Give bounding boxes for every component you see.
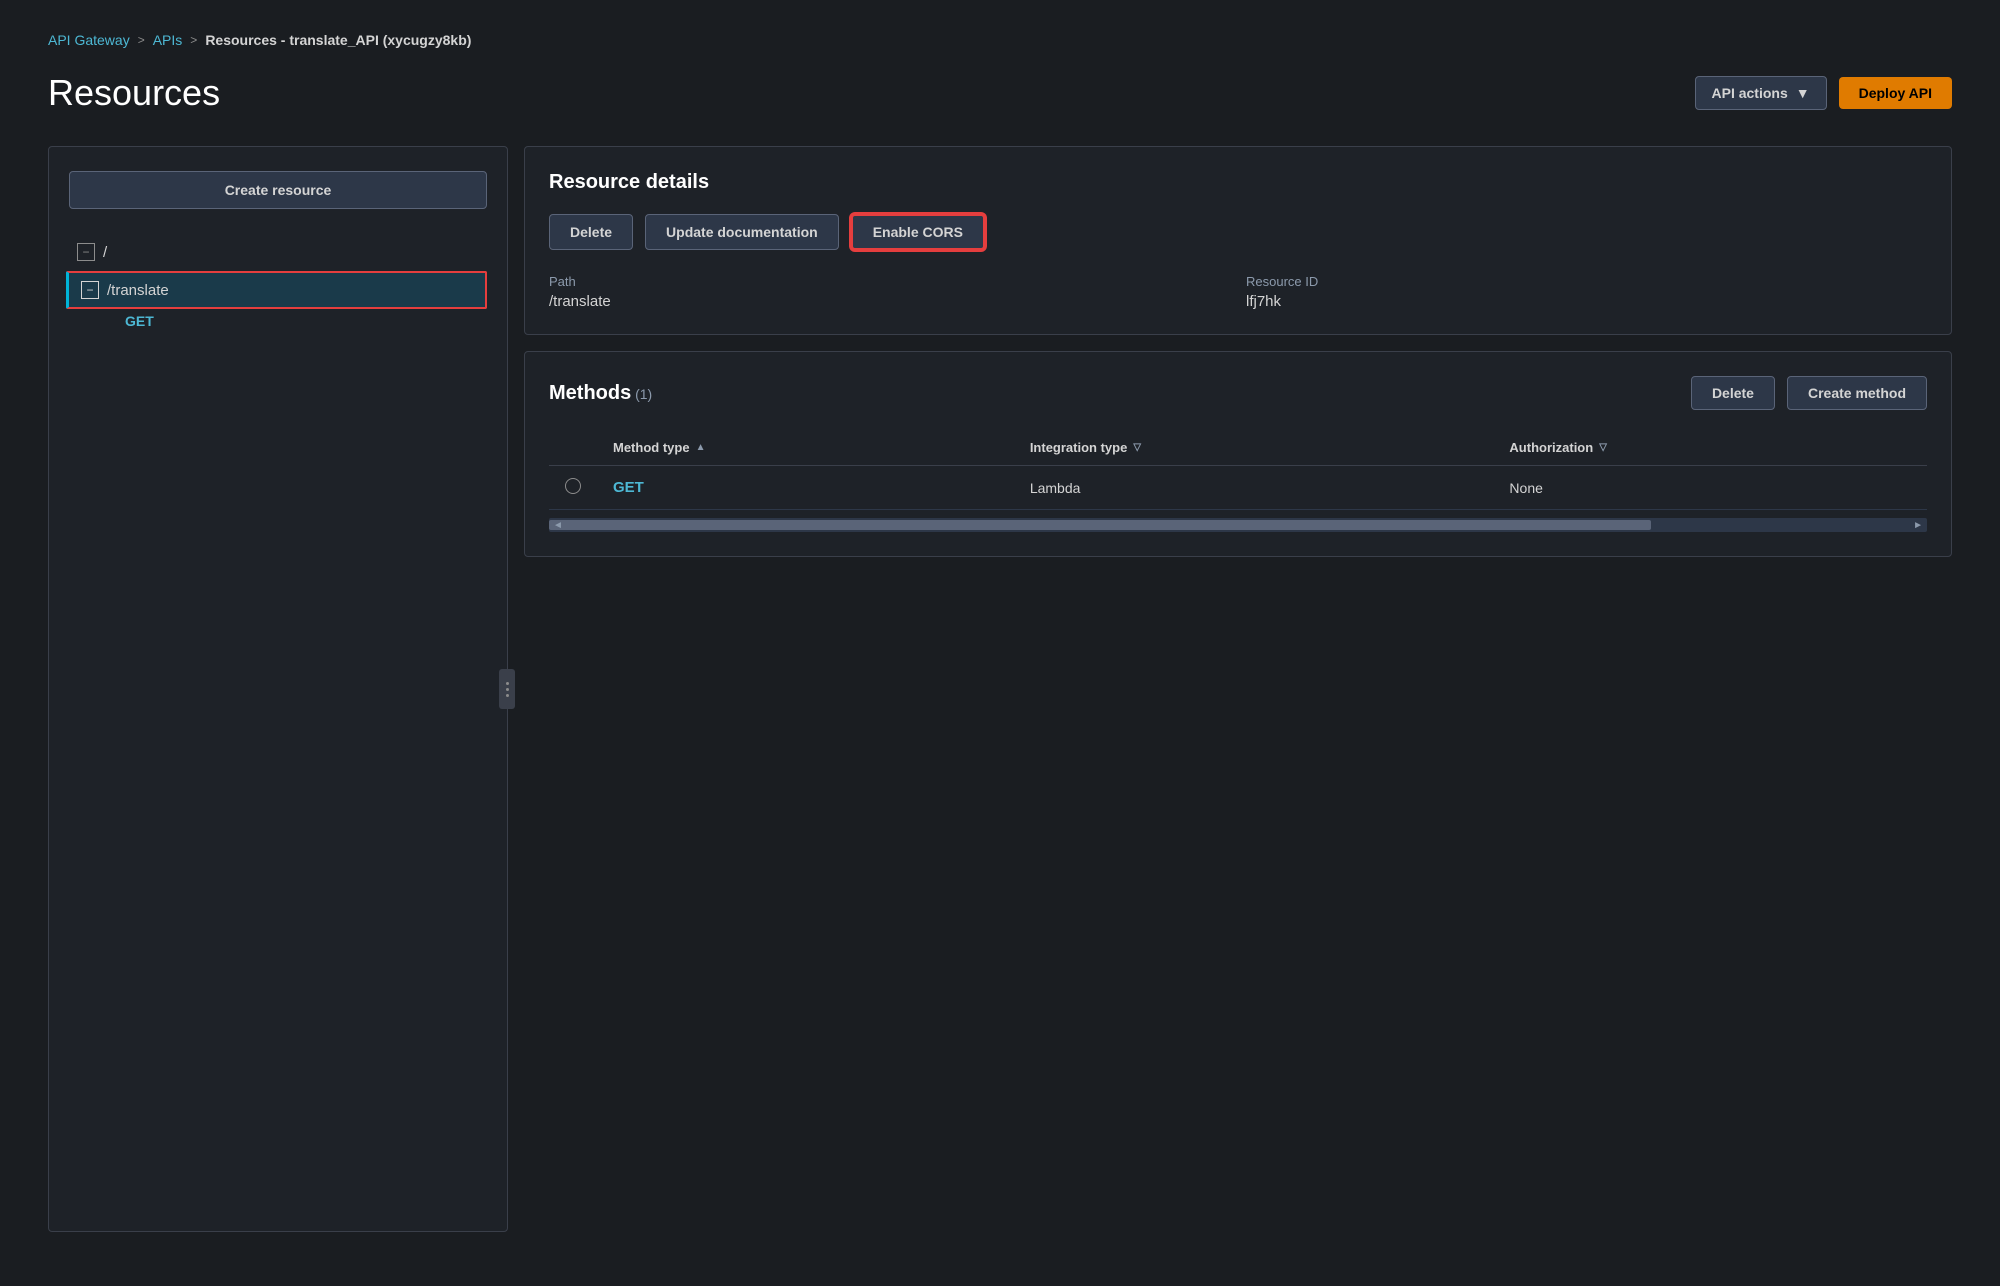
th-authorization-label: Authorization (1509, 440, 1593, 455)
resource-path-value: /translate (549, 293, 1230, 310)
resource-id-label: Resource ID (1246, 274, 1927, 289)
method-type-sort-icon: ▲ (696, 442, 706, 453)
method-get-link[interactable]: GET (613, 479, 644, 496)
update-documentation-button[interactable]: Update documentation (645, 214, 839, 250)
resource-details-title: Resource details (549, 171, 1927, 194)
authorization-sort-icon: ▽ (1599, 442, 1607, 453)
integration-type-sort-icon: ▽ (1133, 442, 1141, 453)
radio-circle[interactable] (565, 478, 581, 494)
resize-handle[interactable] (499, 669, 515, 709)
methods-table-header-row: Method type ▲ Integration type ▽ (549, 430, 1927, 466)
breadcrumb-apis[interactable]: APIs (153, 32, 183, 48)
deploy-api-button[interactable]: Deploy API (1839, 77, 1952, 109)
enable-cors-button[interactable]: Enable CORS (851, 214, 985, 250)
resource-tree: − / − /translate GET (69, 233, 487, 333)
breadcrumb: API Gateway > APIs > Resources - transla… (48, 32, 1952, 48)
row-integration-type: Lambda (1014, 466, 1494, 510)
tree-translate-label: /translate (107, 282, 169, 299)
th-method-type[interactable]: Method type ▲ (597, 430, 1014, 466)
resource-id-value: lfj7hk (1246, 293, 1927, 310)
resize-dot-3 (506, 694, 509, 697)
resource-path-label: Path (549, 274, 1230, 289)
th-integration-type[interactable]: Integration type ▽ (1014, 430, 1494, 466)
th-method-type-label: Method type (613, 440, 690, 455)
row-radio[interactable] (549, 466, 597, 510)
tree-translate-icon: − (81, 281, 99, 299)
resource-info: Path /translate Resource ID lfj7hk (549, 274, 1927, 310)
tree-root-label: / (103, 244, 107, 261)
th-integration-type-label: Integration type (1030, 440, 1128, 455)
tree-root-item[interactable]: − / (69, 237, 487, 267)
th-authorization[interactable]: Authorization ▽ (1493, 430, 1927, 466)
th-select (549, 430, 597, 466)
methods-title-area: Methods (1) (549, 382, 652, 405)
tree-root-icon: − (77, 243, 95, 261)
methods-header: Methods (1) Delete Create method (549, 376, 1927, 410)
methods-title: Methods (549, 382, 631, 404)
breadcrumb-api-gateway[interactable]: API Gateway (48, 32, 130, 48)
resource-path-item: Path /translate (549, 274, 1230, 310)
scroll-left-icon[interactable]: ◄ (553, 520, 563, 531)
tree-translate-item[interactable]: − /translate (66, 271, 487, 309)
resource-details-actions: Delete Update documentation Enable CORS (549, 214, 1927, 250)
methods-actions: Delete Create method (1691, 376, 1927, 410)
tree-get-method[interactable]: GET (125, 313, 487, 329)
resource-details-card: Resource details Delete Update documenta… (524, 146, 1952, 335)
create-resource-button[interactable]: Create resource (69, 171, 487, 209)
scrollbar-arrows: ◄ ► (549, 518, 1927, 532)
api-actions-chevron: ▼ (1796, 85, 1810, 101)
row-authorization: None (1493, 466, 1927, 510)
right-panel: Resource details Delete Update documenta… (524, 146, 1952, 1232)
api-actions-button[interactable]: API actions ▼ (1695, 76, 1827, 110)
header-actions: API actions ▼ Deploy API (1695, 76, 1953, 110)
left-panel: Create resource − / − /translate GET (48, 146, 508, 1232)
resize-dot-1 (506, 682, 509, 685)
table-row[interactable]: GET LambdaNone (549, 466, 1927, 510)
resource-id-item: Resource ID lfj7hk (1246, 274, 1927, 310)
scroll-right-icon[interactable]: ► (1913, 520, 1923, 531)
page-title: Resources (48, 72, 220, 114)
resize-dots (506, 682, 509, 697)
methods-table: Method type ▲ Integration type ▽ (549, 430, 1927, 510)
page-header: Resources API actions ▼ Deploy API (48, 72, 1952, 114)
methods-card: Methods (1) Delete Create method (524, 351, 1952, 557)
breadcrumb-sep-2: > (190, 33, 197, 47)
delete-resource-button[interactable]: Delete (549, 214, 633, 250)
resize-dot-2 (506, 688, 509, 691)
api-actions-label: API actions (1712, 85, 1788, 101)
delete-method-button[interactable]: Delete (1691, 376, 1775, 410)
breadcrumb-sep-1: > (138, 33, 145, 47)
row-method-type: GET (597, 466, 1014, 510)
main-layout: Create resource − / − /translate GET (48, 146, 1952, 1232)
methods-count: (1) (635, 386, 652, 402)
create-method-button[interactable]: Create method (1787, 376, 1927, 410)
methods-scrollbar[interactable]: ◄ ► (549, 518, 1927, 532)
breadcrumb-current: Resources - translate_API (xycugzy8kb) (205, 32, 471, 48)
